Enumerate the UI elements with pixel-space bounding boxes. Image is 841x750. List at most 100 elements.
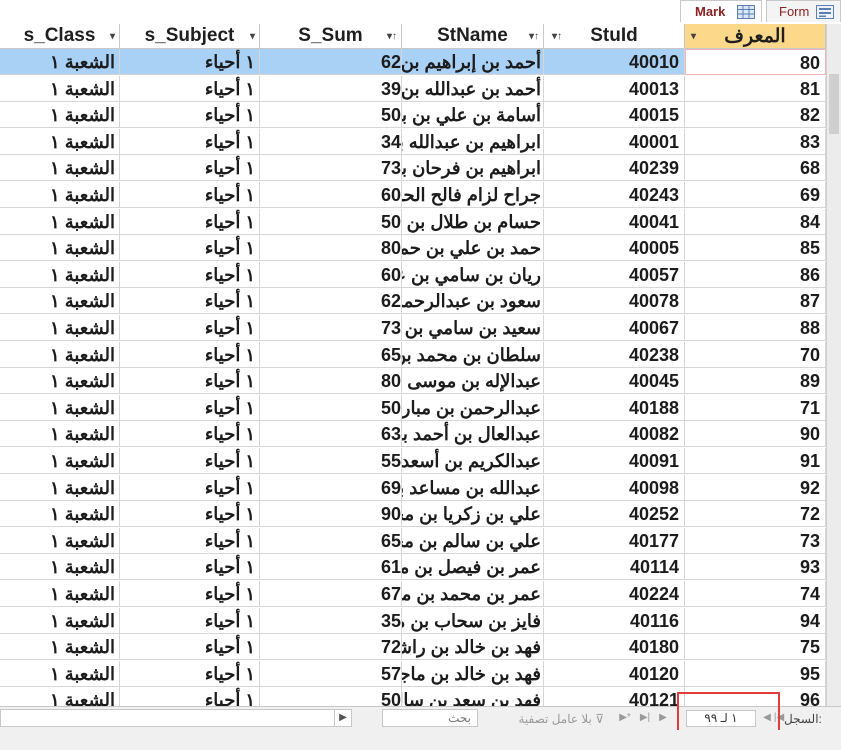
cell-sum[interactable]: 62 bbox=[260, 49, 402, 75]
table-row[interactable]: الشعبة ١١ أحياء55عبدالكريم بن أسعد بن400… bbox=[0, 448, 826, 474]
cell-class[interactable]: الشعبة ١ bbox=[0, 315, 120, 341]
tab-form[interactable]: Form bbox=[766, 0, 841, 22]
cell-id[interactable]: 75 bbox=[685, 634, 826, 661]
table-row[interactable]: الشعبة ١١ أحياء 73 ابراهيم بن فرحان بن 4023… bbox=[0, 155, 826, 182]
cell-sum[interactable]: 50 bbox=[260, 394, 402, 421]
cell-sum[interactable]: 60 bbox=[260, 182, 402, 208]
cell-stuid[interactable]: 40013 bbox=[544, 75, 685, 102]
cell-stuid[interactable]: 40082 bbox=[544, 421, 685, 448]
cell-subject[interactable]: ١ أحياء bbox=[120, 155, 260, 182]
cell-sum[interactable]: 60 bbox=[260, 261, 402, 288]
cell-stuid[interactable]: 40098 bbox=[544, 474, 685, 501]
cell-subject[interactable]: ١ أحياء bbox=[120, 501, 260, 528]
cell-sum[interactable]: 39 bbox=[260, 75, 402, 102]
cell-class[interactable]: الشعبة ١ bbox=[0, 208, 120, 235]
cell-id[interactable]: 71 bbox=[685, 394, 826, 421]
cell-subject[interactable]: ١ أحياء bbox=[120, 128, 260, 155]
cell-subject[interactable]: ١ أحياء bbox=[120, 235, 260, 262]
cell-sum[interactable]: 61 bbox=[260, 554, 402, 581]
cell-class[interactable]: الشعبة ١ bbox=[0, 660, 120, 687]
new-record-icon[interactable]: ▶* bbox=[618, 710, 632, 726]
column-header-class[interactable]: s_Class ▾ bbox=[0, 24, 120, 49]
cell-id[interactable]: 86 bbox=[685, 261, 826, 288]
cell-name[interactable]: سعود بن عبدالرحمن bbox=[402, 288, 544, 315]
cell-stuid[interactable]: 40239 bbox=[544, 155, 685, 182]
cell-class[interactable]: الشعبة ١ bbox=[0, 49, 120, 75]
cell-subject[interactable]: ١ أحياء bbox=[120, 182, 260, 208]
cell-subject[interactable]: ١ أحياء bbox=[120, 394, 260, 421]
cell-subject[interactable]: ١ أحياء bbox=[120, 634, 260, 661]
cell-id[interactable]: 84 bbox=[685, 208, 826, 235]
cell-class[interactable]: الشعبة ١ bbox=[0, 75, 120, 102]
cell-stuid[interactable]: 40005 bbox=[544, 235, 685, 262]
cell-sum[interactable]: 63 bbox=[260, 421, 402, 448]
cell-id[interactable]: 81 bbox=[685, 75, 826, 102]
next-record-icon[interactable]: ▶ bbox=[656, 710, 670, 726]
cell-id[interactable]: 95 bbox=[685, 660, 826, 687]
cell-stuid[interactable]: 40045 bbox=[544, 368, 685, 395]
cell-stuid[interactable]: 40243 bbox=[544, 182, 685, 208]
table-row[interactable]: الشعبة ١١ أحياء 67 عمر بن محمد بن معـ 40224… bbox=[0, 581, 826, 607]
cell-sum[interactable]: 65 bbox=[260, 527, 402, 554]
cell-sum[interactable]: 90 bbox=[260, 501, 402, 528]
cell-name[interactable]: علي بن سالم بن محـ bbox=[402, 527, 544, 554]
sort-arrow-icon[interactable]: ▾ bbox=[691, 31, 696, 42]
cell-name[interactable]: سلطان بن محمد بن bbox=[402, 341, 544, 368]
cell-id[interactable]: 74 bbox=[685, 581, 826, 607]
cell-class[interactable]: الشعبة ١ bbox=[0, 607, 120, 634]
cell-stuid[interactable]: 40224 bbox=[544, 581, 685, 607]
cell-name[interactable]: عمر بن محمد بن معـ bbox=[402, 581, 544, 607]
column-header-id[interactable]: المعرف ▾ bbox=[685, 24, 826, 49]
cell-class[interactable]: الشعبة ١ bbox=[0, 341, 120, 368]
cell-subject[interactable]: ١ أحياء bbox=[120, 554, 260, 581]
table-row[interactable]: الشعبة ١١ أحياء62أحمد بن إبراهيم بن ع400… bbox=[0, 49, 826, 75]
cell-sum[interactable]: 72 bbox=[260, 634, 402, 661]
cell-subject[interactable]: ١ أحياء bbox=[120, 341, 260, 368]
cell-class[interactable]: الشعبة ١ bbox=[0, 501, 120, 528]
cell-stuid[interactable]: 40015 bbox=[544, 102, 685, 129]
cell-subject[interactable]: ١ أحياء bbox=[120, 581, 260, 607]
cell-subject[interactable]: ١ أحياء bbox=[120, 474, 260, 501]
cell-stuid[interactable]: 40188 bbox=[544, 394, 685, 421]
cell-subject[interactable]: ١ أحياء bbox=[120, 660, 260, 687]
cell-name[interactable]: ابراهيم بن فرحان بن bbox=[402, 155, 544, 182]
cell-name[interactable]: سعيد بن سامي بن يـ bbox=[402, 315, 544, 341]
table-row[interactable]: الشعبة ١١ أحياء 60 ريان بن سامي بن عـ 40057… bbox=[0, 261, 826, 288]
table-row[interactable]: الشعبة ١١ أحياء 61 عمر بن فيصل بن مبـ 40114… bbox=[0, 554, 826, 581]
cell-id[interactable]: 73 bbox=[685, 527, 826, 554]
cell-subject[interactable]: ١ أحياء bbox=[120, 368, 260, 395]
cell-name[interactable]: علي بن زكريا بن محـ bbox=[402, 501, 544, 528]
cell-stuid[interactable]: 40116 bbox=[544, 607, 685, 634]
table-row[interactable]: الشعبة ١١ أحياء 57 فهد بن خالد بن ماجد 4012… bbox=[0, 660, 826, 687]
cell-id[interactable]: 68 bbox=[685, 155, 826, 182]
cell-name[interactable]: أسامة بن علي بن بط bbox=[402, 102, 544, 129]
cell-subject[interactable]: ١ أحياء bbox=[120, 102, 260, 129]
cell-subject[interactable]: ١ أحياء bbox=[120, 288, 260, 315]
cell-sum[interactable]: 67 bbox=[260, 581, 402, 607]
cell-subject[interactable]: ١ أحياء bbox=[120, 607, 260, 634]
cell-sum[interactable]: 73 bbox=[260, 155, 402, 182]
cell-id[interactable]: 92 bbox=[685, 474, 826, 501]
cell-class[interactable]: الشعبة ١ bbox=[0, 554, 120, 581]
cell-id[interactable]: 87 bbox=[685, 288, 826, 315]
cell-stuid[interactable]: 40010 bbox=[544, 49, 685, 75]
cell-stuid[interactable]: 40180 bbox=[544, 634, 685, 661]
cell-class[interactable]: الشعبة ١ bbox=[0, 288, 120, 315]
cell-name[interactable]: فهد بن خالد بن راشد bbox=[402, 634, 544, 661]
table-row[interactable]: الشعبة ١١ أحياء80عبدالإله بن موسى بن4004… bbox=[0, 368, 826, 395]
filter-sort-icon[interactable]: ▾↑ bbox=[387, 31, 397, 42]
cell-id[interactable]: 69 bbox=[685, 182, 826, 208]
scrollbar-thumb[interactable] bbox=[829, 74, 839, 134]
cell-name[interactable]: فهد بن خالد بن ماجد bbox=[402, 660, 544, 687]
cell-class[interactable]: الشعبة ١ bbox=[0, 634, 120, 661]
sort-arrow-icon[interactable]: ▾ bbox=[110, 31, 115, 42]
cell-id[interactable]: 70 bbox=[685, 341, 826, 368]
cell-sum[interactable]: 35 bbox=[260, 607, 402, 634]
cell-class[interactable]: الشعبة ١ bbox=[0, 261, 120, 288]
table-row[interactable]: الشعبة ١١ أحياء 35 فايز بن سحاب بن مـ 40116… bbox=[0, 607, 826, 634]
cell-id[interactable]: 85 bbox=[685, 235, 826, 262]
cell-name[interactable]: أحمد بن عبدالله بن ع bbox=[402, 75, 544, 102]
table-row[interactable]: الشعبة ١١ أحياء 50 عبدالرحمن بن مبارك 40188… bbox=[0, 394, 826, 421]
table-row[interactable]: الشعبة ١١ أحياء 73 سعيد بن سامي بن يـ 40067… bbox=[0, 315, 826, 341]
last-record-icon[interactable]: ▶| bbox=[638, 710, 652, 726]
